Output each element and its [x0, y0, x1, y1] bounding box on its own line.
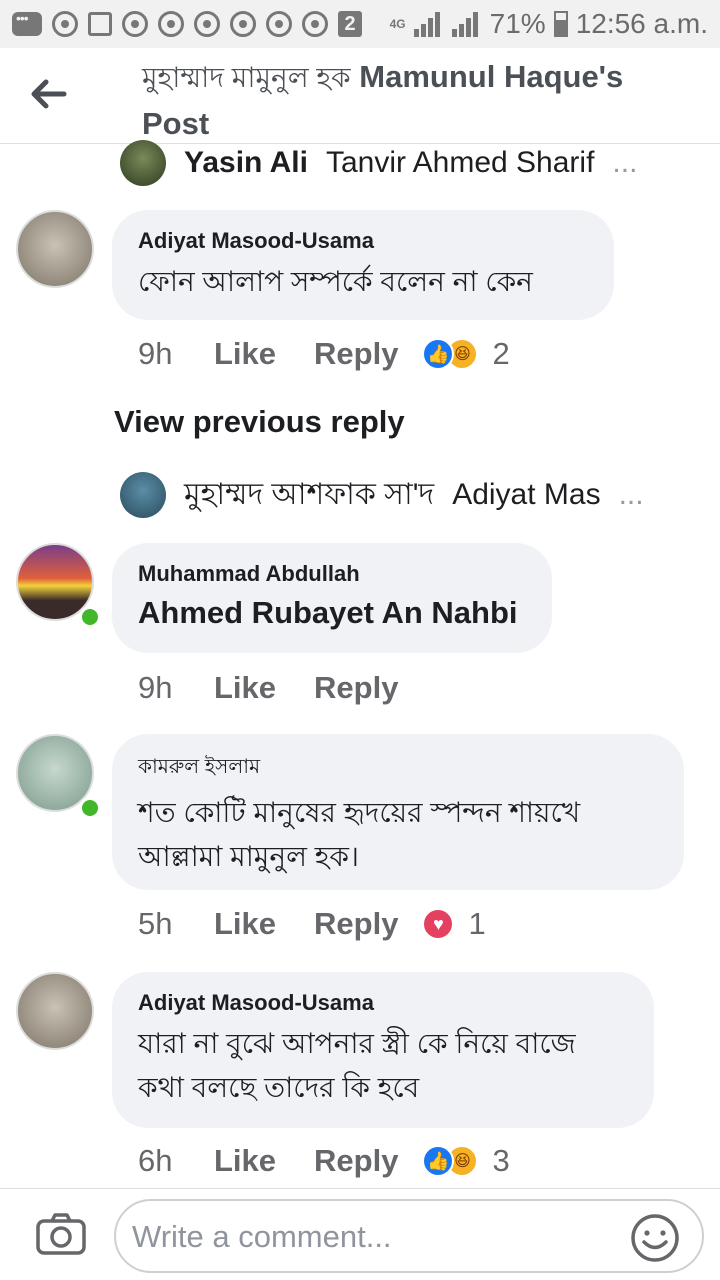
avatar: [120, 140, 166, 186]
comment-input[interactable]: [132, 1213, 622, 1261]
love-reaction-icon: ♥: [422, 908, 455, 940]
comment-bubble: Adiyat Masood-Usama যারা না বুঝে আপনার স…: [112, 972, 654, 1128]
reply-author: Yasin Ali: [184, 146, 308, 179]
gallery-icon: [88, 12, 112, 36]
reaction-count: 3: [492, 1143, 510, 1178]
battery-icon: [553, 11, 568, 37]
comment-composer: [0, 1188, 720, 1280]
reaction-summary[interactable]: ♥ 1: [422, 906, 486, 942]
comment-text: যারা না বুঝে আপনার স্ত্রী কে নিয়ে বাজে …: [138, 1022, 628, 1110]
mentioned-user-link[interactable]: Ahmed Rubayet An Nahbi: [138, 593, 526, 633]
avatar[interactable]: [16, 210, 94, 288]
clock: 12:56 a.m.: [575, 8, 708, 39]
chrome-icon: [302, 11, 328, 37]
reply-preview[interactable]: Yasin Ali Tanvir Ahmed Sharif ...: [120, 140, 680, 186]
comment-actions: 6h Like Reply 👍 😆 3: [138, 1143, 510, 1179]
reply-preview-text: Tanvir Ahmed Sharif: [325, 146, 595, 179]
chrome-icon: [158, 11, 184, 37]
like-button[interactable]: Like: [214, 1143, 276, 1179]
ellipsis: ...: [612, 146, 638, 179]
like-button[interactable]: Like: [214, 336, 276, 372]
page-title-bn: মুহাম্মাদ মামুনুল হক: [142, 62, 351, 93]
reply-preview[interactable]: মুহাম্মদ আশফাক সা'দ Adiyat Mas ...: [120, 472, 680, 518]
comment-author[interactable]: Adiyat Masood-Usama: [138, 990, 628, 1016]
comment-actions: 5h Like Reply ♥ 1: [138, 906, 486, 942]
reply-button[interactable]: Reply: [314, 336, 398, 372]
reaction-count: 2: [492, 336, 510, 371]
like-button[interactable]: Like: [214, 670, 276, 706]
reply-button[interactable]: Reply: [314, 906, 398, 942]
comment-actions: 9h Like Reply: [138, 670, 436, 706]
chrome-icon: [122, 11, 148, 37]
comment-time: 5h: [138, 906, 173, 941]
avatar[interactable]: [16, 972, 94, 1050]
comment-text: শত কোটি মানুষের হৃদয়ের স্পন্দন শায়খে আ…: [138, 791, 658, 879]
notification-badge: 2: [338, 11, 362, 37]
reaction-summary[interactable]: 👍 😆 2: [422, 336, 510, 372]
back-arrow-icon[interactable]: [28, 78, 68, 110]
reply-button[interactable]: Reply: [314, 1143, 398, 1179]
post-header: মুহাম্মাদ মামুনুল হক Mamunul Haque's Pos…: [0, 48, 720, 144]
smiley-icon[interactable]: [630, 1213, 680, 1263]
page-title: মুহাম্মাদ মামুনুল হক Mamunul Haque's Pos…: [142, 54, 662, 147]
ellipsis: ...: [618, 478, 644, 511]
chrome-icon: [266, 11, 292, 37]
chrome-icon: [230, 11, 256, 37]
comment-time: 6h: [138, 1143, 173, 1178]
status-bar: 2 4G 71% 12:56 a.m.: [0, 0, 720, 48]
view-previous-reply-link[interactable]: View previous reply: [114, 404, 405, 440]
system-status: 4G 71% 12:56 a.m.: [390, 8, 708, 40]
online-status-indicator: [79, 797, 101, 819]
avatar: [120, 472, 166, 518]
comment-text-line: শত কোটি মানুষের হৃদয়ের স্পন্দন শায়খে: [138, 797, 581, 828]
comment-time: 9h: [138, 336, 173, 371]
network-type: 4G: [389, 17, 406, 31]
comment-bubble: কামরুল ইসলাম শত কোটি মানুষের হৃদয়ের স্প…: [112, 734, 684, 890]
signal-icon: [413, 11, 444, 37]
comment-text-line: কথা বলছে তাদের কি হবে: [138, 1072, 420, 1103]
notification-icons: 2: [12, 10, 362, 37]
like-button[interactable]: Like: [214, 906, 276, 942]
reply-button[interactable]: Reply: [314, 670, 398, 706]
comment-author[interactable]: Muhammad Abdullah: [138, 561, 526, 587]
online-status-indicator: [79, 606, 101, 628]
reaction-count: 1: [468, 906, 486, 941]
reply-author: মুহাম্মদ আশফাক সা'দ: [184, 477, 435, 511]
comment-author[interactable]: Adiyat Masood-Usama: [138, 228, 588, 254]
messaging-icon: [12, 10, 42, 36]
camera-icon[interactable]: [36, 1213, 86, 1255]
comment-text-line: যারা না বুঝে আপনার স্ত্রী কে নিয়ে বাজে: [138, 1028, 576, 1059]
comment-input-wrapper[interactable]: [114, 1199, 704, 1273]
comment-text: ফোন আলাপ সম্পর্কে বলেন না কেন: [138, 266, 533, 297]
comment-time: 9h: [138, 670, 173, 705]
comment-actions: 9h Like Reply 👍 😆 2: [138, 336, 510, 372]
reply-preview-text: Adiyat Mas: [452, 478, 601, 511]
signal-icon: [451, 11, 482, 37]
comment-author[interactable]: কামরুল ইসলাম: [138, 752, 658, 785]
chrome-icon: [194, 11, 220, 37]
chrome-icon: [52, 11, 78, 37]
battery-percent: 71%: [489, 8, 546, 39]
comment-bubble: Adiyat Masood-Usama ফোন আলাপ সম্পর্কে বল…: [112, 210, 614, 320]
comment-text-line: আল্লামা মামুনুল হক।: [138, 841, 360, 872]
comment-bubble: Muhammad Abdullah Ahmed Rubayet An Nahbi: [112, 543, 552, 653]
reaction-summary[interactable]: 👍 😆 3: [422, 1143, 510, 1179]
